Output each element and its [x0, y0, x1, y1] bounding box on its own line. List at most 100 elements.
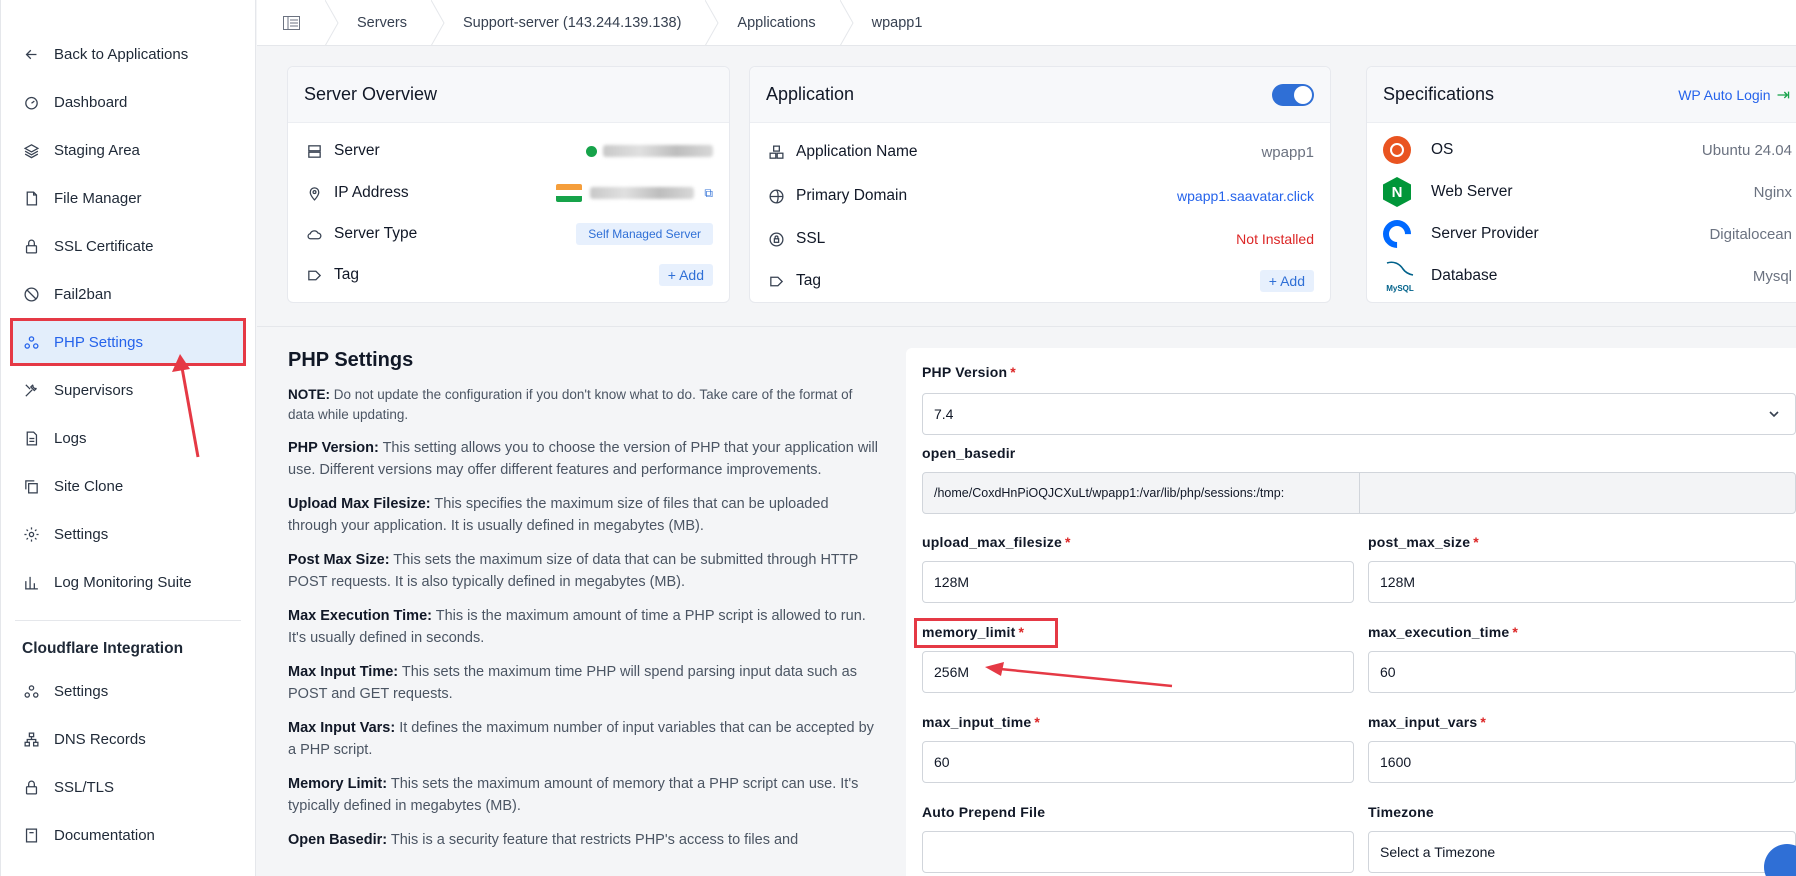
ssl-label: SSL: [796, 230, 826, 247]
php-version-select[interactable]: 7.4: [922, 393, 1796, 435]
required-mark: *: [1010, 364, 1016, 380]
max-execution-time-input[interactable]: 60: [1368, 651, 1796, 693]
timezone-select[interactable]: Select a Timezone: [1368, 831, 1796, 873]
breadcrumb-server[interactable]: Support-server (143.244.139.138): [445, 0, 705, 46]
provider-label: Server Provider: [1431, 225, 1539, 242]
sidebar-item-staging-area[interactable]: Staging Area: [1, 126, 255, 174]
server-type-label: Server Type: [334, 225, 418, 242]
field-label: max_input_vars: [1368, 714, 1478, 730]
os-value: Ubuntu 24.04: [1701, 141, 1792, 159]
max-input-vars-input[interactable]: 1600: [1368, 741, 1796, 783]
provider-value: Digitalocean: [1709, 225, 1792, 243]
primary-domain-link[interactable]: wpapp1.saavatar.click: [1177, 188, 1314, 204]
server-type-badge: Self Managed Server: [576, 223, 713, 245]
application-enabled-toggle[interactable]: [1272, 83, 1314, 106]
wp-auto-login-label: WP Auto Login: [1678, 86, 1771, 103]
sidebar-item-label: PHP Settings: [54, 333, 143, 351]
gauge-icon: [22, 93, 40, 111]
database-label: Database: [1431, 267, 1498, 284]
desc-term: PHP Version:: [288, 440, 379, 456]
sidebar-item-label: Supervisors: [54, 381, 134, 399]
open-basedir-value: /home/CoxdHnPiOQJCXuLt/wpapp1:/var/lib/p…: [934, 486, 1285, 500]
layers-icon: [22, 141, 40, 159]
required-mark: *: [1512, 624, 1518, 640]
card-title: Application: [750, 67, 1330, 123]
ssl-row: SSL Not Installed: [750, 217, 1330, 261]
cloudflare-section-title: Cloudflare Integration: [22, 640, 184, 657]
app-tag-row: Tag + Add: [750, 261, 1330, 301]
post-max-size-input[interactable]: 128M: [1368, 561, 1796, 603]
timezone-label: Timezone: [1368, 804, 1434, 820]
desc-max-execution-time: Max Execution Time: This is the maximum …: [288, 606, 878, 649]
wp-auto-login-link[interactable]: WP Auto Login ⇥: [1678, 85, 1790, 105]
sidebar: Back to Applications Dashboard Staging A…: [0, 0, 256, 876]
max-input-time-input[interactable]: 60: [922, 741, 1354, 783]
page-title: PHP Settings: [288, 349, 414, 371]
lock-circle-icon: [766, 229, 786, 249]
tag-label: Tag: [334, 266, 359, 283]
app-name-label: Application Name: [796, 143, 918, 160]
desc-term: Upload Max Filesize:: [288, 496, 431, 512]
breadcrumb-separator: [705, 0, 719, 46]
breadcrumb-separator: [430, 0, 445, 46]
upload-max-filesize-input[interactable]: 128M: [922, 561, 1354, 603]
sidebar-item-log-monitoring-suite[interactable]: Log Monitoring Suite: [1, 558, 255, 606]
desc-term: Max Execution Time:: [288, 608, 432, 624]
sidebar-item-label: File Manager: [54, 189, 142, 207]
php-settings-descriptions: NOTE: Do not update the configuration if…: [288, 385, 878, 865]
copy-icon: [22, 477, 40, 495]
app-name-row: Application Name wpapp1: [750, 129, 1330, 175]
application-card: Application Application Name wpapp1 Prim…: [749, 66, 1331, 303]
server-label: Server: [334, 142, 380, 159]
sitemap-icon: [22, 730, 40, 748]
sidebar-item-ssl-tls[interactable]: SSL/TLS: [1, 763, 255, 811]
india-flag-icon: [556, 184, 583, 202]
ban-icon: [22, 285, 40, 303]
auto-prepend-file-input[interactable]: [922, 831, 1354, 873]
sidebar-item-settings[interactable]: Settings: [1, 510, 255, 558]
sidebar-divider: [15, 620, 241, 621]
sidebar-item-logs[interactable]: Logs: [1, 414, 255, 462]
sidebar-toggle-icon[interactable]: [257, 0, 325, 46]
add-app-tag-button[interactable]: + Add: [1259, 270, 1314, 292]
server-row: Server: [288, 129, 729, 173]
open-basedir-label: open_basedir: [922, 445, 1015, 461]
open-basedir-extra-field[interactable]: [1359, 473, 1795, 513]
nodes-icon: [22, 333, 40, 351]
php-version-label: PHP Version *: [922, 364, 1016, 380]
add-tag-button[interactable]: + Add: [658, 264, 713, 286]
sidebar-item-ssl-certificate[interactable]: SSL Certificate: [1, 222, 255, 270]
ssl-status: Not Installed: [1236, 231, 1314, 247]
sidebar-item-file-manager[interactable]: File Manager: [1, 174, 255, 222]
sidebar-nav: Back to Applications Dashboard Staging A…: [1, 0, 255, 606]
sidebar-item-cloudflare-settings[interactable]: Settings: [1, 667, 255, 715]
field-label: open_basedir: [922, 445, 1016, 461]
domain-row: Primary Domain wpapp1.saavatar.click: [750, 175, 1330, 217]
mysql-logo-text: MySQL: [1386, 284, 1414, 293]
sidebar-item-site-clone[interactable]: Site Clone: [1, 462, 255, 510]
server-overview-title: Server Overview: [304, 84, 438, 104]
desc-term: Post Max Size:: [288, 552, 390, 568]
cloud-icon: [304, 224, 324, 244]
sidebar-item-dns-records[interactable]: DNS Records: [1, 715, 255, 763]
max-input-vars-label: max_input_vars *: [1368, 714, 1486, 730]
app-name-value: wpapp1: [1261, 143, 1314, 161]
breadcrumb-current-app: wpapp1: [871, 14, 923, 31]
sidebar-item-dashboard[interactable]: Dashboard: [1, 78, 255, 126]
os-label: OS: [1431, 141, 1454, 158]
sidebar-item-php-settings[interactable]: PHP Settings: [10, 318, 246, 366]
annotation-arrow-memory-limit: [985, 662, 1173, 688]
sidebar-item-documentation[interactable]: Documentation: [1, 811, 255, 859]
tools-icon: [22, 381, 40, 399]
sidebar-item-fail2ban[interactable]: Fail2ban: [1, 270, 255, 318]
breadcrumb-servers[interactable]: Servers: [339, 0, 431, 46]
max-execution-time-label: max_execution_time *: [1368, 624, 1518, 640]
nginx-logo-icon: N: [1383, 177, 1411, 207]
copy-icon[interactable]: ⧉: [704, 186, 713, 201]
sidebar-item-supervisors[interactable]: Supervisors: [1, 366, 255, 414]
required-mark: *: [1064, 534, 1071, 550]
desc-max-input-vars: Max Input Vars: It defines the maximum n…: [288, 718, 878, 761]
breadcrumb-applications[interactable]: Applications: [719, 0, 839, 46]
back-to-applications-link[interactable]: Back to Applications: [1, 30, 255, 78]
sidebar-item-label: Fail2ban: [54, 285, 112, 303]
